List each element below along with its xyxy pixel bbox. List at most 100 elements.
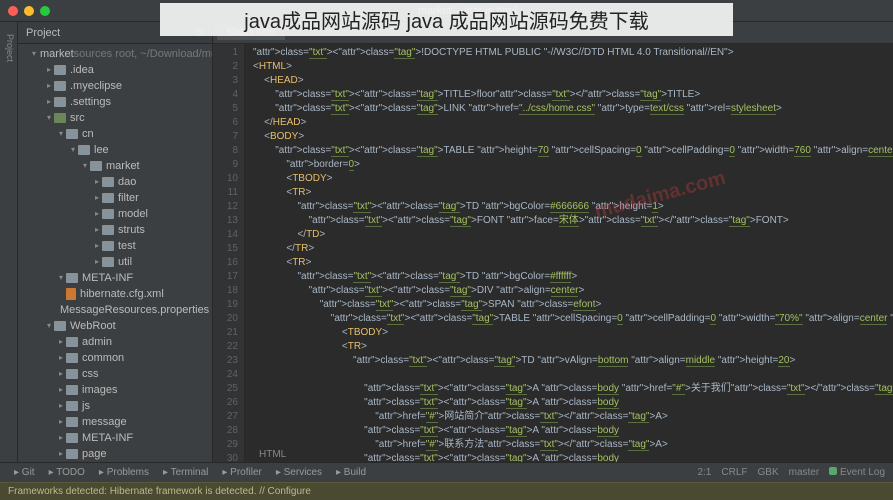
rail-project[interactable]: Project (3, 30, 17, 462)
status-tab-todo[interactable]: ▸ TODO (43, 467, 91, 478)
tree-item[interactable]: hibernate.cfg.xml (18, 286, 212, 302)
tree-label: util (118, 254, 132, 270)
tree-item[interactable]: ▸dao (18, 174, 212, 190)
tree-item[interactable]: ▾ src (18, 110, 212, 126)
folder-icon (66, 337, 78, 347)
editor: status.html ⚠ 13 ⚠ 3 1234567891011121314… (213, 22, 893, 462)
folder-icon (54, 81, 66, 91)
event-log[interactable]: Event Log (829, 467, 885, 478)
tree-label: lee (94, 142, 109, 158)
tree-label: admin (82, 334, 112, 350)
tree-item[interactable]: ▸util (18, 254, 212, 270)
folder-icon (102, 193, 114, 203)
close-icon[interactable] (8, 6, 18, 16)
tree-item[interactable]: ▸page (18, 446, 212, 462)
chevron-icon: ▸ (56, 350, 66, 366)
tree-label: js (82, 398, 90, 414)
maximize-icon[interactable] (40, 6, 50, 16)
status-tab-profiler[interactable]: ▸ Profiler (216, 467, 267, 478)
tree-item[interactable]: ▸ test (18, 238, 212, 254)
chevron-icon: ▸ (92, 238, 102, 254)
folder-icon (66, 417, 78, 427)
tree-label: market (40, 46, 74, 62)
tree-label: hibernate.cfg.xml (80, 286, 164, 302)
chevron-icon: ▸ (56, 430, 66, 446)
window-controls (8, 6, 50, 16)
tree-item[interactable]: ▸common (18, 350, 212, 366)
folder-icon (66, 401, 78, 411)
chevron-icon: ▾ (56, 126, 66, 142)
chevron-icon: ▾ (44, 318, 54, 334)
tree-item[interactable]: MessageResources.properties (18, 302, 212, 318)
left-tool-rail: ProjectCommitStructureFavorites (0, 22, 18, 462)
tree-item[interactable]: ▾WebRoot (18, 318, 212, 334)
tree-item[interactable]: ▾lee (18, 142, 212, 158)
tree-item[interactable]: ▸js (18, 398, 212, 414)
tree-item[interactable]: ▸META-INF (18, 430, 212, 446)
tree-label: test (118, 238, 136, 254)
project-tree[interactable]: ▾market sources root, ~/Download/mud...▸… (18, 44, 212, 462)
code-area[interactable]: 1234567891011121314151617181920212223242… (213, 44, 893, 462)
folder-icon (102, 177, 114, 187)
tree-item[interactable]: ▸images (18, 382, 212, 398)
status-tab-build[interactable]: ▸ Build (330, 467, 372, 478)
tree-item[interactable]: ▾cn (18, 126, 212, 142)
tree-item[interactable]: ▾market (18, 158, 212, 174)
status-info[interactable]: GBK (758, 467, 779, 478)
status-tab-problems[interactable]: ▸ Problems (93, 467, 155, 478)
status-tab-services[interactable]: ▸ Services (270, 467, 328, 478)
tree-item[interactable]: ▸model (18, 206, 212, 222)
breadcrumb[interactable]: HTML (253, 447, 292, 462)
folder-icon (66, 433, 78, 443)
tree-label: src (70, 110, 85, 126)
chevron-icon: ▸ (44, 78, 54, 94)
chevron-icon: ▸ (56, 366, 66, 382)
chevron-icon: ▸ (92, 190, 102, 206)
tree-item[interactable]: ▸css (18, 366, 212, 382)
tree-item[interactable]: ▸.idea (18, 62, 212, 78)
chevron-icon: ▸ (44, 94, 54, 110)
minimize-icon[interactable] (24, 6, 34, 16)
project-panel-title: Project (26, 27, 60, 39)
status-info[interactable]: master (789, 467, 820, 478)
tree-label: filter (118, 190, 139, 206)
status-right: 2:1 CRLF GBK master Event Log (697, 467, 885, 478)
code-content[interactable]: "attr">class="txt"><"attr">class="tag">!… (245, 44, 893, 462)
notification-bar[interactable]: Frameworks detected: Hibernate framework… (0, 482, 893, 500)
folder-icon (90, 161, 102, 171)
project-panel: Project ⚙ ▾market sources root, ~/Downlo… (18, 22, 213, 462)
folder-icon (54, 321, 66, 331)
tree-path: sources root, ~/Download/mud... (74, 46, 212, 62)
tree-label: MessageResources.properties (60, 302, 209, 318)
status-info[interactable]: CRLF (721, 467, 747, 478)
chevron-icon: ▾ (32, 46, 36, 62)
status-tab-git[interactable]: ▸ Git (8, 467, 41, 478)
file-icon (66, 288, 76, 300)
tree-item[interactable]: ▸struts (18, 222, 212, 238)
folder-icon (102, 257, 114, 267)
statusbar: ▸ Git▸ TODO▸ Problems▸ Terminal▸ Profile… (0, 462, 893, 482)
chevron-icon: ▸ (92, 222, 102, 238)
line-gutter: 1234567891011121314151617181920212223242… (213, 44, 245, 462)
folder-icon (66, 449, 78, 459)
folder-icon (102, 241, 114, 251)
tree-item[interactable]: ▸.settings (18, 94, 212, 110)
chevron-icon: ▸ (44, 62, 54, 78)
rail-commit[interactable]: Commit (0, 30, 3, 462)
tree-label: .myeclipse (70, 78, 122, 94)
tree-item[interactable]: ▾META-INF (18, 270, 212, 286)
folder-icon (54, 113, 66, 123)
chevron-icon: ▾ (44, 110, 54, 126)
tree-item[interactable]: ▸admin (18, 334, 212, 350)
status-tabs: ▸ Git▸ TODO▸ Problems▸ Terminal▸ Profile… (8, 467, 372, 478)
tree-item[interactable]: ▸ .myeclipse (18, 78, 212, 94)
status-tab-terminal[interactable]: ▸ Terminal (157, 467, 214, 478)
tree-item[interactable]: ▸ filter (18, 190, 212, 206)
tree-item[interactable]: ▸message (18, 414, 212, 430)
folder-icon (54, 97, 66, 107)
status-info[interactable]: 2:1 (697, 467, 711, 478)
tree-item[interactable]: ▾market sources root, ~/Download/mud... (18, 46, 212, 62)
folder-icon (102, 209, 114, 219)
folder-icon (66, 369, 78, 379)
tree-label: META-INF (82, 270, 133, 286)
